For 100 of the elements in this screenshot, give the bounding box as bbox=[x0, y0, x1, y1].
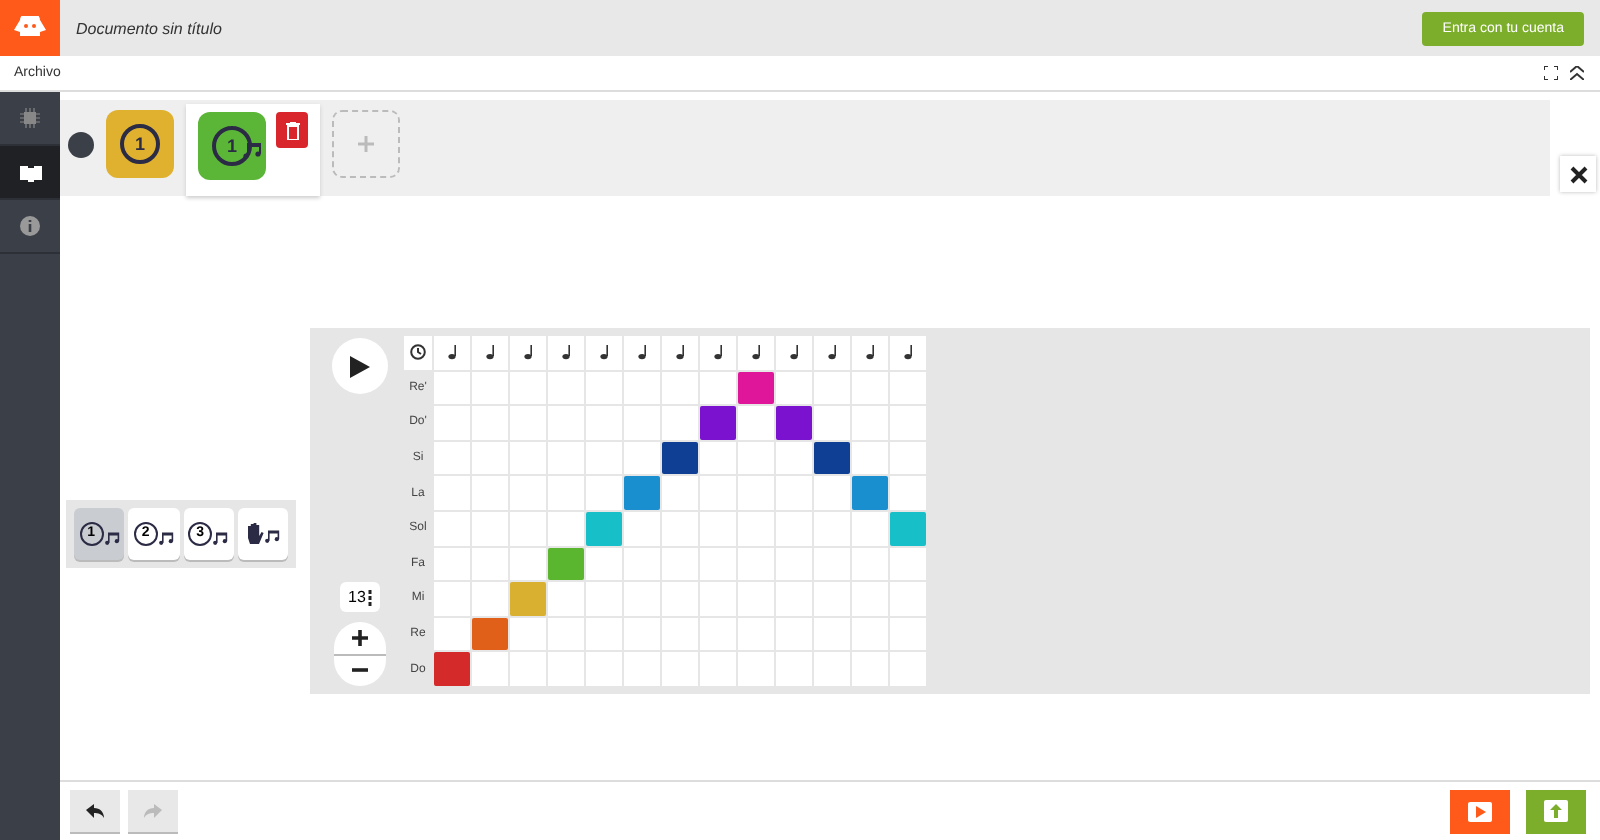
grid-cell[interactable] bbox=[510, 476, 546, 510]
grid-cell[interactable] bbox=[700, 511, 736, 546]
note-cell[interactable] bbox=[510, 582, 546, 616]
grid-cell[interactable] bbox=[434, 511, 470, 546]
grid-cell[interactable] bbox=[548, 511, 584, 546]
grid-cell[interactable] bbox=[738, 547, 774, 581]
grid-cell[interactable] bbox=[890, 582, 926, 616]
grid-cell[interactable] bbox=[700, 547, 736, 581]
grid-cell[interactable] bbox=[586, 406, 622, 440]
grid-cell[interactable] bbox=[624, 547, 660, 581]
grid-cell[interactable] bbox=[624, 582, 660, 616]
grid-cell[interactable] bbox=[776, 476, 812, 510]
note-cell[interactable] bbox=[662, 441, 698, 475]
grid-cell[interactable] bbox=[776, 511, 812, 546]
grid-cell[interactable] bbox=[434, 547, 470, 581]
sidebar-tab[interactable] bbox=[0, 146, 60, 200]
grid-cell[interactable] bbox=[814, 406, 850, 440]
grid-cell[interactable] bbox=[586, 371, 622, 405]
grid-cell[interactable] bbox=[624, 441, 660, 475]
grid-cell[interactable] bbox=[890, 547, 926, 581]
grid-cell[interactable] bbox=[472, 511, 508, 546]
tempo-button[interactable]: 13 bbox=[340, 582, 380, 612]
grid-cell[interactable] bbox=[662, 371, 698, 405]
grid-cell[interactable] bbox=[472, 582, 508, 616]
grid-cell[interactable] bbox=[700, 476, 736, 510]
grid-cell[interactable] bbox=[586, 617, 622, 651]
grid-cell[interactable] bbox=[852, 652, 888, 686]
grid-cell[interactable] bbox=[700, 371, 736, 405]
grid-cell[interactable] bbox=[738, 476, 774, 510]
grid-cell[interactable] bbox=[434, 371, 470, 405]
grid-cell[interactable] bbox=[472, 441, 508, 475]
run-button[interactable] bbox=[1450, 789, 1510, 833]
grid-cell[interactable] bbox=[890, 652, 926, 686]
document-title[interactable]: Documento sin título bbox=[76, 19, 1423, 37]
grid-cell[interactable] bbox=[586, 582, 622, 616]
grid-cell[interactable] bbox=[548, 652, 584, 686]
grid-cell[interactable] bbox=[700, 617, 736, 651]
grid-cell[interactable] bbox=[586, 547, 622, 581]
grid-cell[interactable] bbox=[586, 652, 622, 686]
grid-cell[interactable] bbox=[890, 406, 926, 440]
note-cell[interactable] bbox=[700, 406, 736, 440]
grid-cell[interactable] bbox=[852, 371, 888, 405]
melody-block[interactable]: 1 bbox=[198, 112, 266, 180]
grid-cell[interactable] bbox=[434, 617, 470, 651]
grid-cell[interactable] bbox=[510, 511, 546, 546]
grid-cell[interactable] bbox=[510, 441, 546, 475]
grid-cell[interactable] bbox=[662, 406, 698, 440]
note-cell[interactable] bbox=[890, 511, 926, 546]
grid-cell[interactable] bbox=[890, 441, 926, 475]
grid-cell[interactable] bbox=[738, 406, 774, 440]
grid-cell[interactable] bbox=[548, 371, 584, 405]
grid-cell[interactable] bbox=[624, 617, 660, 651]
grid-cell[interactable] bbox=[776, 582, 812, 616]
grid-cell[interactable] bbox=[624, 406, 660, 440]
grid-cell[interactable] bbox=[776, 652, 812, 686]
grid-cell[interactable] bbox=[510, 547, 546, 581]
grid-cell[interactable] bbox=[548, 582, 584, 616]
collapse-icon[interactable] bbox=[1570, 66, 1584, 80]
grid-cell[interactable] bbox=[890, 476, 926, 510]
grid-cell[interactable] bbox=[434, 582, 470, 616]
grid-cell[interactable] bbox=[624, 511, 660, 546]
grid-cell[interactable] bbox=[662, 547, 698, 581]
grid-cell[interactable] bbox=[738, 582, 774, 616]
note-cell[interactable] bbox=[738, 371, 774, 405]
grid-cell[interactable] bbox=[662, 511, 698, 546]
grid-cell[interactable] bbox=[776, 547, 812, 581]
grid-cell[interactable] bbox=[662, 617, 698, 651]
mode-button[interactable] bbox=[237, 507, 288, 559]
grid-cell[interactable] bbox=[814, 547, 850, 581]
grid-cell[interactable] bbox=[738, 511, 774, 546]
note-cell[interactable] bbox=[434, 652, 470, 686]
grid-cell[interactable] bbox=[814, 371, 850, 405]
grid-cell[interactable] bbox=[852, 617, 888, 651]
grid-cell[interactable] bbox=[510, 617, 546, 651]
grid-cell[interactable] bbox=[624, 652, 660, 686]
note-cell[interactable] bbox=[624, 476, 660, 510]
trash-button[interactable] bbox=[276, 112, 308, 148]
fullscreen-icon[interactable] bbox=[1544, 66, 1558, 80]
grid-cell[interactable] bbox=[852, 406, 888, 440]
grid-cell[interactable] bbox=[814, 617, 850, 651]
grid-cell[interactable] bbox=[472, 652, 508, 686]
close-button[interactable] bbox=[1560, 156, 1596, 192]
loop-block[interactable]: 1 bbox=[106, 110, 174, 178]
grid-cell[interactable] bbox=[586, 476, 622, 510]
note-cell[interactable] bbox=[586, 511, 622, 546]
grid-cell[interactable] bbox=[890, 617, 926, 651]
grid-cell[interactable] bbox=[510, 652, 546, 686]
grid-cell[interactable] bbox=[814, 652, 850, 686]
grid-cell[interactable] bbox=[700, 582, 736, 616]
robot-logo-icon[interactable] bbox=[0, 0, 60, 56]
grid-cell[interactable] bbox=[814, 582, 850, 616]
grid-cell[interactable] bbox=[700, 652, 736, 686]
grid-cell[interactable] bbox=[472, 371, 508, 405]
grid-cell[interactable] bbox=[852, 441, 888, 475]
note-cell[interactable] bbox=[472, 617, 508, 651]
grid-cell[interactable] bbox=[472, 547, 508, 581]
grid-cell[interactable] bbox=[738, 441, 774, 475]
start-dot[interactable] bbox=[68, 132, 94, 158]
note-cell[interactable] bbox=[814, 441, 850, 475]
grid-cell[interactable] bbox=[852, 511, 888, 546]
